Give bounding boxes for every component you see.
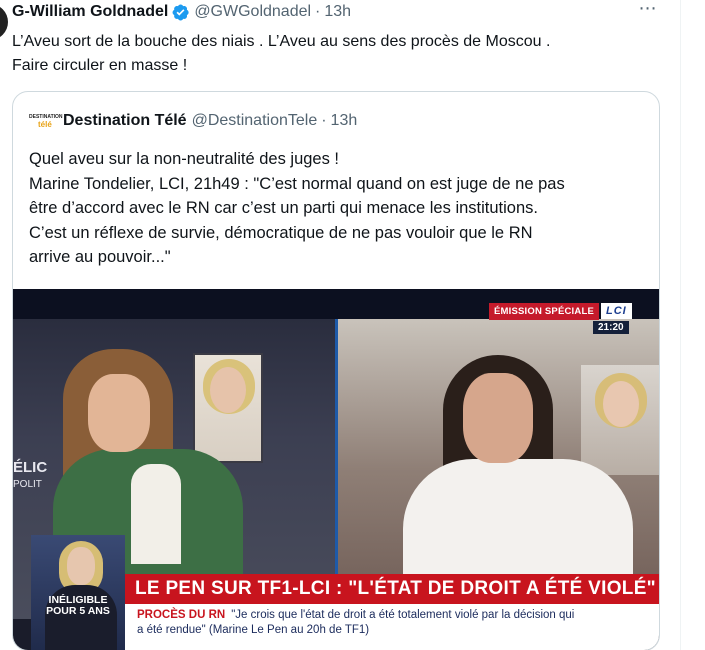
program-badge: ÉMISSION SPÉCIALE LCI [489,302,632,320]
author-handle[interactable]: @GWGoldnadel [194,3,311,21]
separator-dot: · [321,112,327,129]
studio-screen-label: ÉLIC POLIT [13,459,47,493]
more-options-icon[interactable]: ⋯ [636,0,660,22]
quoted-author-handle[interactable]: @DestinationTele [192,112,318,130]
studio-label-top: ÉLIC [13,459,48,476]
lower-third-label: PROCÈS DU RN [137,609,226,621]
headline-banner: LE PEN SUR TF1-LCI : "L'ÉTAT DE DROIT A … [125,574,659,604]
quoted-text-line: Marine Tondelier, LCI, 21h49 : "C’est no… [29,174,565,193]
quoted-author-avatar[interactable]: DESTINATION télé [29,113,63,129]
studio-label-bottom: POLIT [13,479,42,490]
lci-logo: LCI [601,303,632,319]
quoted-tweet-text: Quel aveu sur la non-neutralité des juge… [29,147,645,270]
tweet[interactable]: G-William Goldnadel @GWGoldnadel · 13h ⋯… [12,0,667,78]
quoted-text-line: arrive au pouvoir..." [29,248,171,266]
tweet-text-line: L’Aveu sort de la bouche des niais . L’A… [12,33,551,50]
lower-third-quote: "Je crois que l'état de droit a été tota… [231,609,575,621]
logo-text-bottom: télé [38,120,52,129]
tweet-timestamp[interactable]: 13h [324,3,351,21]
tweet-header: G-William Goldnadel @GWGoldnadel · 13h [12,0,667,24]
left-speaker-face [88,374,150,452]
quoted-tweet[interactable]: DESTINATION télé Destination Télé @Desti… [12,91,660,650]
emission-speciale-tag: ÉMISSION SPÉCIALE [489,302,600,320]
lower-third-quote: a été rendue" (Marine Le Pen au 20h de T… [137,624,370,636]
quoted-text-line: Quel aveu sur la non-neutralité des juge… [29,150,340,168]
video-thumbnail[interactable]: ÉLIC POLIT ÉMISSION SPÉCIALE LCI 21:20 I… [13,289,659,650]
quoted-text-line: C’est un réflexe de survie, démocratique… [29,223,533,242]
quoted-timestamp[interactable]: 13h [331,112,358,130]
column-divider [680,0,681,650]
background-person-face [603,381,639,427]
split-screen-divider [335,319,338,579]
broadcast-clock: 21:20 [593,321,629,334]
background-person-face [210,367,246,413]
lower-third: PROCÈS DU RN "Je crois que l'état de droi… [125,604,659,650]
quoted-text-line: être d’accord avec le RN car c’est un pa… [29,199,538,217]
left-speaker-shirt [131,464,181,564]
right-speaker-face [463,373,533,463]
inset-person-face [67,547,95,585]
ineligible-line: POUR 5 ANS [46,605,110,617]
separator-dot: · [315,3,321,20]
ineligible-inset: INÉLIGIBLE POUR 5 ANS [31,535,125,650]
tweet-text: L’Aveu sort de la bouche des niais . L’A… [12,30,652,78]
ineligible-caption: INÉLIGIBLE POUR 5 ANS [31,595,125,617]
verified-badge-icon[interactable] [171,3,190,22]
author-avatar[interactable] [0,4,8,40]
author-name[interactable]: G-William Goldnadel [12,3,168,21]
quoted-tweet-header: DESTINATION télé Destination Télé @Desti… [29,110,659,132]
lower-third-text: PROCÈS DU RN "Je crois que l'état de droi… [125,604,659,638]
tweet-text-line: Faire circuler en masse ! [12,57,188,74]
quoted-author-name[interactable]: Destination Télé [63,112,187,130]
